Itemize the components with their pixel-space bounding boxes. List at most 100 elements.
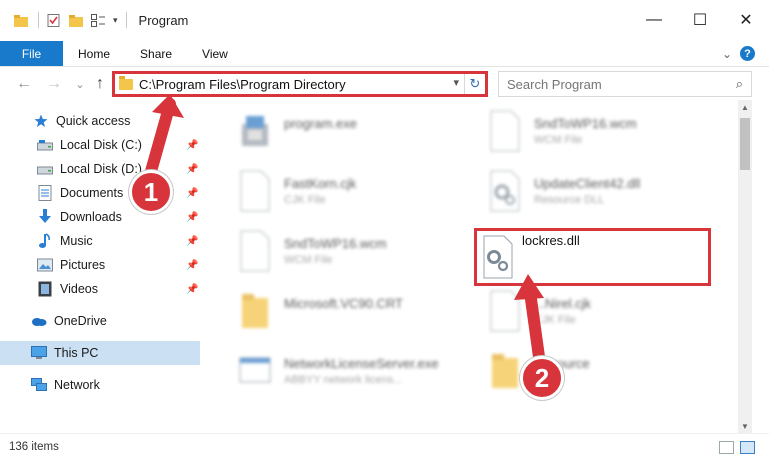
callout-badge-2: 2 xyxy=(520,356,564,400)
window-title: Program xyxy=(138,12,189,28)
file-item[interactable]: program.exe xyxy=(220,106,470,162)
customize-toolbar-chevron-icon[interactable]: ▾ xyxy=(113,15,118,26)
toolbar-separator xyxy=(125,12,127,28)
sidebar-item-quick-access[interactable]: Quick access xyxy=(0,109,200,133)
file-type: CJK File xyxy=(534,314,576,326)
pin-icon[interactable]: 📌 xyxy=(186,260,198,271)
tab-view[interactable]: View xyxy=(187,41,243,66)
tab-home[interactable]: Home xyxy=(63,41,125,66)
sidebar-item-downloads[interactable]: Downloads 📌 xyxy=(0,205,200,229)
file-icon xyxy=(240,230,270,272)
search-input[interactable] xyxy=(507,76,707,92)
sidebar-item-videos[interactable]: Videos 📌 xyxy=(0,277,200,301)
dll-gear-icon xyxy=(490,170,520,212)
pin-icon[interactable]: 📌 xyxy=(186,236,198,247)
file-item[interactable]: Microsoft.VC90.CRT xyxy=(220,286,470,342)
file-name: Microsoft.VC90.CRT xyxy=(284,296,403,311)
music-icon xyxy=(37,233,53,249)
scroll-up-icon[interactable]: ▲ xyxy=(738,100,752,114)
videos-icon xyxy=(37,281,53,297)
recent-locations-button[interactable]: ⌄ xyxy=(70,74,90,94)
sidebar-item-label: Local Disk (C:) xyxy=(60,138,142,152)
file-item[interactable]: ...Nirel.cjk CJK File xyxy=(470,286,720,342)
sidebar-item-label: Local Disk (D:) xyxy=(60,162,142,176)
sidebar-item-label: Videos xyxy=(60,282,98,296)
pin-icon[interactable]: 📌 xyxy=(186,284,198,295)
file-type: Resource DLL xyxy=(534,194,605,206)
view-options-icon[interactable] xyxy=(91,13,105,27)
dll-gear-icon xyxy=(483,235,513,279)
address-path[interactable]: C:\Program Files\Program Directory xyxy=(139,77,346,92)
program-icon xyxy=(239,357,271,383)
forward-button[interactable]: → xyxy=(44,74,64,94)
file-name: UpdateClient42.dll xyxy=(534,176,641,191)
help-icon[interactable]: ? xyxy=(740,46,755,61)
file-item[interactable]: SndToWP16.wcm WCM File xyxy=(220,226,470,282)
toolbar-separator xyxy=(38,12,39,28)
sidebar-item-local-disk-d[interactable]: Local Disk (D:) 📌 xyxy=(0,157,200,181)
pin-icon[interactable]: 📌 xyxy=(186,188,198,199)
scroll-thumb[interactable] xyxy=(740,118,750,170)
scroll-down-icon[interactable]: ▼ xyxy=(738,419,752,433)
highlighted-file-lockres[interactable]: lockres.dll xyxy=(474,228,711,286)
details-view-icon[interactable] xyxy=(719,441,734,454)
back-button[interactable]: ← xyxy=(14,74,34,94)
search-box[interactable]: ⌕ xyxy=(498,71,752,97)
properties-icon[interactable] xyxy=(47,13,61,27)
pin-icon[interactable]: 📌 xyxy=(186,140,198,151)
file-icon xyxy=(490,110,520,152)
file-name: SndToWP16.wcm xyxy=(534,116,637,131)
minimize-button[interactable]: — xyxy=(631,0,677,40)
sidebar-item-onedrive[interactable]: OneDrive xyxy=(0,309,200,333)
expand-ribbon-icon[interactable]: ⌄ xyxy=(722,47,732,61)
file-name: lockres.dll xyxy=(522,233,580,248)
folder-icon[interactable] xyxy=(14,14,28,27)
pin-icon[interactable]: 📌 xyxy=(186,212,198,223)
file-item[interactable]: NetworkLicenseServer.exe ABBYY network l… xyxy=(220,346,470,402)
folder-icon xyxy=(119,75,133,90)
new-folder-icon[interactable] xyxy=(69,14,83,27)
file-type: WCM File xyxy=(284,254,333,266)
vertical-scrollbar[interactable]: ▲ ▼ xyxy=(738,100,752,433)
sidebar-item-network[interactable]: Network xyxy=(0,373,200,397)
maximize-button[interactable]: ☐ xyxy=(677,0,723,40)
refresh-button[interactable]: ↻ xyxy=(464,74,485,94)
navigation-bar: ← → ⌄ ↑ C:\Program Files\Program Directo… xyxy=(0,68,769,100)
tab-file[interactable]: File xyxy=(0,41,63,66)
file-name: NetworkLicenseServer.exe xyxy=(284,356,439,371)
sidebar-item-music[interactable]: Music 📌 xyxy=(0,229,200,253)
file-name: ...Nirel.cjk xyxy=(534,296,592,311)
sidebar-item-local-disk-c[interactable]: Local Disk (C:) 📌 xyxy=(0,133,200,157)
pin-icon[interactable]: 📌 xyxy=(186,164,198,175)
file-item[interactable]: SndToWP16.wcm WCM File xyxy=(470,106,720,162)
up-button[interactable]: ↑ xyxy=(90,74,110,94)
search-icon[interactable]: ⌕ xyxy=(736,76,743,92)
close-button[interactable]: ✕ xyxy=(723,0,769,40)
address-dropdown-chevron-icon[interactable]: ▾ xyxy=(453,76,459,89)
window-controls: — ☐ ✕ xyxy=(631,0,769,40)
file-type: CJK File xyxy=(284,194,326,206)
tab-share[interactable]: Share xyxy=(125,41,187,66)
file-item[interactable]: Resource xyxy=(470,346,720,402)
star-icon xyxy=(33,113,49,129)
status-bar: 136 items xyxy=(0,433,769,471)
address-bar[interactable]: C:\Program Files\Program Directory ▾ ↻ xyxy=(112,71,488,97)
tiles-view-icon[interactable] xyxy=(740,441,755,454)
downloads-icon xyxy=(37,209,53,225)
computer-icon xyxy=(31,345,47,361)
program-icon xyxy=(242,116,268,146)
file-icon xyxy=(490,290,520,332)
file-item[interactable]: FastKorn.cjk CJK File xyxy=(220,166,470,222)
sidebar-item-pictures[interactable]: Pictures 📌 xyxy=(0,253,200,277)
sidebar-item-label: Downloads xyxy=(60,210,122,224)
file-type: ABBYY network licens... xyxy=(284,374,403,386)
documents-icon xyxy=(37,185,53,201)
folder-icon xyxy=(242,294,268,328)
sidebar-item-this-pc[interactable]: This PC xyxy=(0,341,200,365)
sidebar-item-label: Music xyxy=(60,234,93,248)
file-icon xyxy=(240,170,270,212)
file-type: WCM File xyxy=(534,134,583,146)
folder-icon xyxy=(492,354,518,388)
file-item[interactable]: UpdateClient42.dll Resource DLL xyxy=(470,166,720,222)
navigation-pane: Quick access Local Disk (C:) 📌 Local Dis… xyxy=(0,103,205,433)
